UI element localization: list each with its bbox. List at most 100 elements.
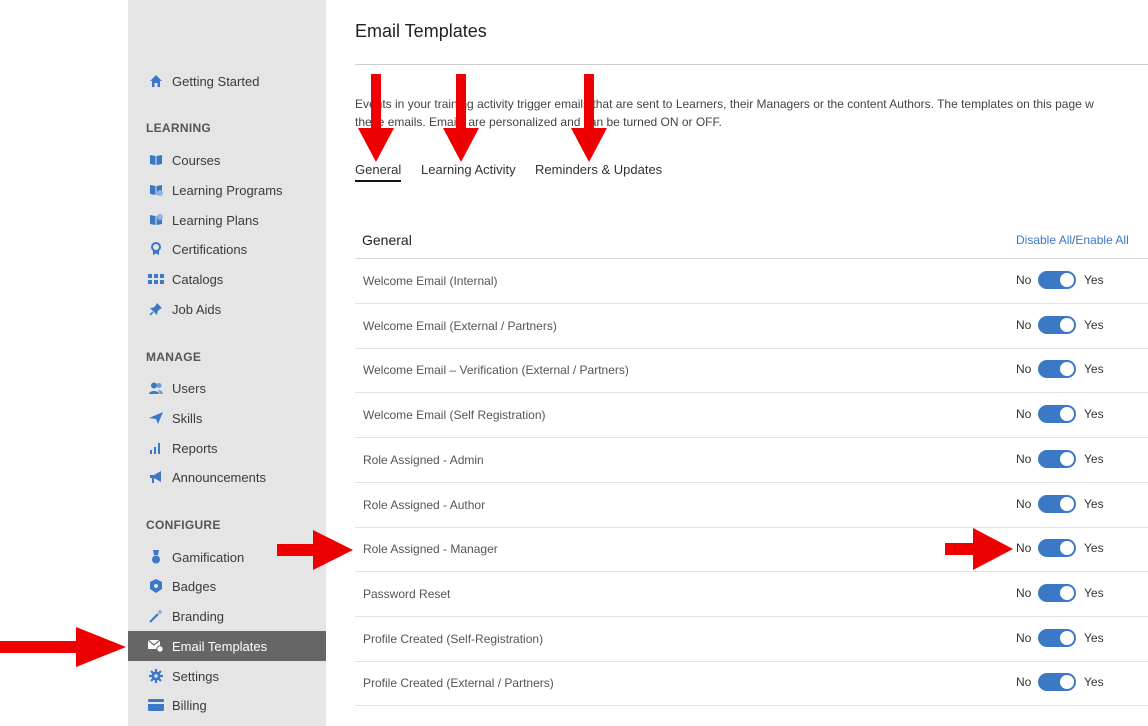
no-label: No <box>1016 317 1032 332</box>
template-row: Welcome Email (External / Partners) No Yes <box>355 304 1148 349</box>
sidebar-item-label: Email Templates <box>172 638 268 654</box>
toggle-knob <box>1060 675 1074 690</box>
section-heading-configure: CONFIGURE <box>146 518 221 532</box>
sidebar-item-getting-started[interactable]: Getting Started <box>128 66 326 96</box>
sidebar-item-badges[interactable]: Badges <box>128 571 326 601</box>
sidebar-item-label: Skills <box>172 410 203 426</box>
toggle-knob <box>1060 317 1074 332</box>
annotation-arrow-right-role-manager-toggle <box>945 528 1013 570</box>
template-label: Role Assigned - Author <box>363 497 486 512</box>
no-label: No <box>1016 407 1032 422</box>
toggle-knob <box>1060 362 1074 377</box>
book-icon <box>148 152 164 168</box>
sidebar-item-label: Announcements <box>172 469 266 485</box>
annotation-arrow-right-role-manager <box>277 530 353 570</box>
email-settings-icon <box>148 638 164 654</box>
sidebar-item-skills[interactable]: Skills <box>128 403 326 433</box>
page-title: Email Templates <box>355 21 487 41</box>
sidebar-item-settings[interactable]: Settings <box>128 661 326 691</box>
sidebar-item-label: Learning Programs <box>172 182 283 198</box>
credit-card-icon <box>148 697 164 713</box>
sidebar: Getting Started LEARNING Courses Learnin… <box>128 0 326 726</box>
enable-toggle[interactable] <box>1038 271 1076 289</box>
enable-toggle[interactable] <box>1038 494 1076 513</box>
yes-label: Yes <box>1084 451 1104 466</box>
annotation-arrow-right-email-templates <box>0 627 126 667</box>
no-label: No <box>1016 362 1032 377</box>
yes-label: Yes <box>1084 407 1104 422</box>
section-title: General <box>362 232 412 248</box>
users-icon <box>148 380 164 396</box>
sidebar-item-learning-plans[interactable]: Learning Plans <box>128 205 326 235</box>
toggle-knob <box>1060 407 1074 422</box>
sidebar-item-branding[interactable]: Branding <box>128 601 326 631</box>
template-row: Password Reset No Yes <box>355 572 1148 617</box>
sidebar-item-courses[interactable]: Courses <box>128 145 326 175</box>
yes-label: Yes <box>1084 496 1104 511</box>
sidebar-item-label: Billing <box>172 697 207 713</box>
sidebar-item-label: Certifications <box>172 241 248 257</box>
enable-toggle[interactable] <box>1038 405 1076 424</box>
toggle-knob <box>1060 496 1074 511</box>
template-label: Role Assigned - Admin <box>363 452 484 467</box>
annotation-arrow-down-general <box>358 74 394 162</box>
yes-label: Yes <box>1084 273 1104 287</box>
sidebar-item-label: Getting Started <box>172 73 260 89</box>
sidebar-item-certifications[interactable]: Certifications <box>128 234 326 264</box>
sidebar-item-billing[interactable]: Billing <box>128 690 326 720</box>
enable-toggle[interactable] <box>1038 449 1076 468</box>
sidebar-item-announcements[interactable]: Announcements <box>128 462 326 492</box>
no-label: No <box>1016 451 1032 466</box>
program-icon <box>148 182 164 198</box>
pin-icon <box>148 301 164 317</box>
sidebar-item-users[interactable]: Users <box>128 373 326 403</box>
home-icon <box>148 73 164 89</box>
annotation-arrow-down-reminders <box>571 74 607 162</box>
enable-toggle[interactable] <box>1038 539 1076 558</box>
template-row: Welcome Email (Self Registration) No Yes <box>355 393 1148 439</box>
no-label: No <box>1016 675 1032 690</box>
tab-general[interactable]: General <box>355 162 402 182</box>
tab-reminders-updates[interactable]: Reminders & Updates <box>535 162 662 177</box>
toggle-knob <box>1060 585 1074 600</box>
enable-toggle[interactable] <box>1038 360 1076 379</box>
bulk-actions: Disable All/Enable All <box>1016 233 1129 247</box>
app-root: { "sidebar": { "getting_started": {"labe… <box>0 0 1148 726</box>
sidebar-item-learning-programs[interactable]: Learning Programs <box>128 175 326 205</box>
toggle-knob <box>1060 541 1074 556</box>
sidebar-item-job-aids[interactable]: Job Aids <box>128 294 326 324</box>
yes-label: Yes <box>1084 541 1104 556</box>
enable-toggle[interactable] <box>1038 628 1076 647</box>
disable-all-link[interactable]: Disable All <box>1016 233 1072 247</box>
megaphone-icon <box>148 469 164 485</box>
template-label: Profile Created (External / Partners) <box>363 676 554 691</box>
template-label: Welcome Email – Verification (External /… <box>363 363 629 378</box>
sidebar-item-reports[interactable]: Reports <box>128 433 326 463</box>
yes-label: Yes <box>1084 362 1104 377</box>
template-row: Welcome Email – Verification (External /… <box>355 348 1148 394</box>
enable-all-link[interactable]: Enable All <box>1075 233 1128 247</box>
sidebar-item-email-templates[interactable]: Email Templates <box>128 631 326 661</box>
section-heading-learning: LEARNING <box>146 121 212 135</box>
enable-toggle[interactable] <box>1038 583 1076 602</box>
wand-icon <box>148 608 164 624</box>
plan-icon <box>148 212 164 228</box>
template-label: Welcome Email (Internal) <box>363 274 498 288</box>
template-row: Role Assigned - Admin No Yes <box>355 438 1148 483</box>
badge-icon <box>148 578 164 594</box>
gear-icon <box>148 668 164 684</box>
no-label: No <box>1016 630 1032 645</box>
enable-toggle[interactable] <box>1038 315 1076 334</box>
sidebar-item-label: Catalogs <box>172 271 224 287</box>
sidebar-item-catalogs[interactable]: Catalogs <box>128 264 326 294</box>
template-row: Profile Created (Self-Registration) No Yes <box>355 617 1148 662</box>
sidebar-item-label: Reports <box>172 440 218 456</box>
title-divider <box>355 64 1148 65</box>
medal-icon <box>148 549 164 565</box>
sidebar-item-label: Learning Plans <box>172 212 259 228</box>
enable-toggle[interactable] <box>1038 673 1076 692</box>
sidebar-item-label: Courses <box>172 152 221 168</box>
tab-learning-activity[interactable]: Learning Activity <box>421 162 516 177</box>
yes-label: Yes <box>1084 585 1104 600</box>
template-label: Password Reset <box>363 586 451 601</box>
